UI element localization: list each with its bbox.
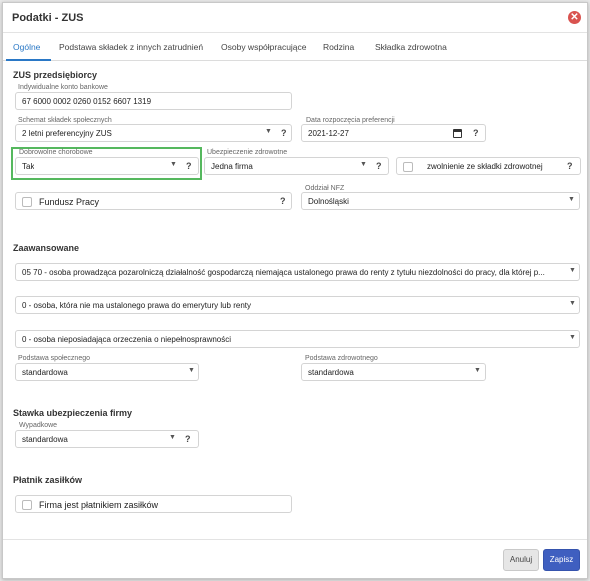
bank-account-value: 67 6000 0002 0260 0152 6607 1319 [22,97,152,106]
help-icon[interactable]: ? [185,434,191,444]
nfz-value: Dolnośląski [308,197,349,206]
pref-date-field[interactable]: 2021-12-27 ? [301,124,486,142]
nfz-select[interactable]: Dolnośląski ▼ [301,192,580,210]
title-code-select[interactable]: 05 70 - osoba prowadząca pozarolniczą dz… [15,263,580,281]
scheme-value: 2 letni preferencyjny ZUS [22,129,112,138]
accident-select[interactable]: standardowa ▼ ? [15,430,199,448]
chevron-down-icon[interactable]: ▼ [569,334,576,341]
calendar-icon[interactable] [453,129,462,138]
tab-general[interactable]: Ogólne [13,42,40,52]
pension-select[interactable]: 0 - osoba, która nie ma ustalonego prawa… [15,296,580,314]
help-icon[interactable]: ? [567,161,573,171]
dialog-titlebar: Podatki - ZUS ✕ [3,3,587,33]
chevron-down-icon[interactable]: ▼ [569,300,576,307]
sickness-select[interactable]: Tak ▼ ? [15,157,199,175]
tab-family[interactable]: Rodzina [323,42,354,52]
health-base-select[interactable]: standardowa ▼ [301,363,486,381]
health-exempt-checkbox[interactable] [403,162,413,172]
labor-fund-checkbox[interactable] [22,197,32,207]
chevron-down-icon[interactable]: ▼ [360,161,367,168]
section-advanced-heading: Zaawansowane [13,243,80,253]
health-base-label: Podstawa zdrowotnego [305,355,378,362]
scheme-select[interactable]: 2 letni preferencyjny ZUS ▼ ? [15,124,292,142]
help-icon[interactable]: ? [186,161,192,171]
social-base-select[interactable]: standardowa ▼ [15,363,199,381]
accident-label: Wypadkowe [19,422,58,429]
pref-date-label: Data rozpoczęcia preferencji [306,117,395,124]
help-icon[interactable]: ? [281,128,287,138]
health-exempt-label: zwolnienie ze składki zdrowotnej [427,162,543,171]
active-tab-indicator [6,59,51,61]
chevron-down-icon[interactable]: ▼ [188,367,195,374]
pension-value: 0 - osoba, która nie ma ustalonego prawa… [22,301,252,310]
cancel-button[interactable]: Anuluj [503,549,539,571]
section-rate-heading: Stawka ubezpieczenia firmy [13,408,133,418]
disability-select[interactable]: 0 - osoba nieposiadająca orzeczenia o ni… [15,330,580,348]
sickness-label: Dobrowolne chorobowe [19,149,93,156]
chevron-down-icon[interactable]: ▼ [170,161,177,168]
help-icon[interactable]: ? [376,161,382,171]
footer-divider [3,539,587,540]
bank-account-label: Indywidualne konto bankowe [18,84,108,91]
zus-dialog: Podatki - ZUS ✕ Ogólne Podstawa składek … [2,2,588,579]
close-icon[interactable]: ✕ [568,11,581,24]
help-icon[interactable]: ? [473,128,479,138]
labor-fund-label: Fundusz Pracy [39,197,100,207]
bank-account-field[interactable]: 67 6000 0002 0260 0152 6607 1319 [15,92,292,110]
labor-fund-row[interactable]: Fundusz Pracy ? [15,192,292,210]
payer-row[interactable]: Firma jest płatnikiem zasiłków [15,495,292,513]
tab-bar: Ogólne Podstawa składek z innych zatrudn… [3,33,587,61]
health-exempt-row[interactable]: zwolnienie ze składki zdrowotnej ? [396,157,581,175]
social-base-value: standardowa [22,368,68,377]
accident-value: standardowa [22,435,68,444]
help-icon[interactable]: ? [280,196,286,206]
chevron-down-icon[interactable]: ▼ [568,196,575,203]
save-button[interactable]: Zapisz [543,549,580,571]
section-payer-heading: Płatnik zasiłków [13,475,83,485]
scheme-label: Schemat składek społecznych [18,117,112,124]
tab-health-contribution[interactable]: Składka zdrowotna [375,42,447,52]
health-insurance-label: Ubezpieczenie zdrowotne [207,149,288,156]
chevron-down-icon[interactable]: ▼ [169,434,176,441]
pref-date-value: 2021-12-27 [308,129,349,138]
health-insurance-value: Jedna firma [211,162,253,171]
tab-other-employment-base[interactable]: Podstawa składek z innych zatrudnień [59,42,203,52]
section-zus-heading: ZUS przedsiębiorcy [13,70,98,80]
payer-label: Firma jest płatnikiem zasiłków [39,500,159,510]
chevron-down-icon[interactable]: ▼ [474,367,481,374]
chevron-down-icon[interactable]: ▼ [265,128,272,135]
chevron-down-icon[interactable]: ▼ [569,267,576,274]
health-base-value: standardowa [308,368,354,377]
sickness-value: Tak [22,162,35,171]
title-code-value: 05 70 - osoba prowadząca pozarolniczą dz… [22,268,545,277]
health-insurance-select[interactable]: Jedna firma ▼ ? [204,157,389,175]
social-base-label: Podstawa społecznego [18,355,90,362]
payer-checkbox[interactable] [22,500,32,510]
nfz-label: Oddział NFZ [305,185,345,192]
dialog-title: Podatki - ZUS [12,12,84,24]
tab-cooperating-persons[interactable]: Osoby współpracujące [221,42,307,52]
disability-value: 0 - osoba nieposiadająca orzeczenia o ni… [22,335,232,344]
